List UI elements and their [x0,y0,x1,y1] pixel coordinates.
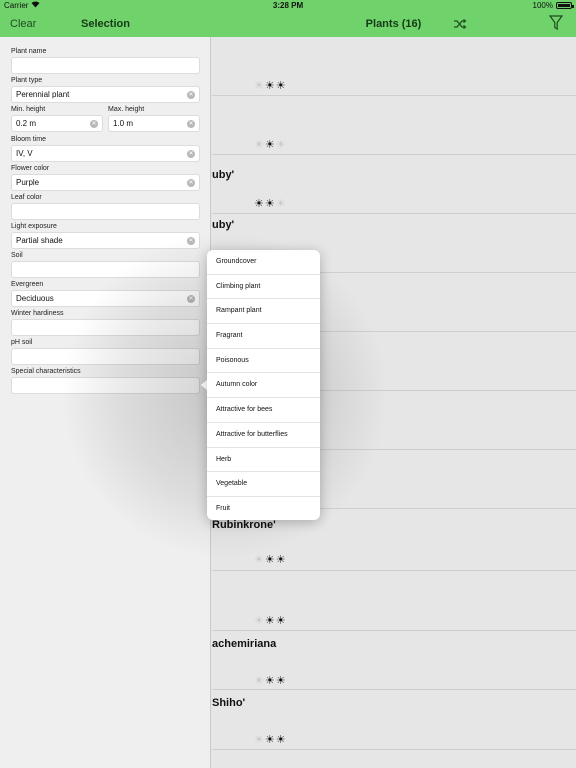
leaf-color-label: Leaf color [11,194,42,201]
plant-name-input[interactable] [11,57,200,74]
plant-type-label: Plant type [11,77,43,84]
ph-soil-label: pH soil [11,339,33,346]
min-height-input[interactable]: 0.2 m ✕ [11,115,103,132]
flower-color-field: Flower color Purple ✕ [11,164,200,191]
plant-name-field: Plant name [11,47,200,74]
option-vegetable[interactable]: Vegetable [207,472,320,497]
bloom-time-value: IV, V [16,149,33,158]
plant-name: achemiriana [212,638,277,650]
light-exposure-label: Light exposure [11,223,57,230]
option-attractive-bees[interactable]: Attractive for bees [207,398,320,423]
plant-name: uby' [212,219,235,231]
plant-type-input[interactable]: Perennial plant ✕ [11,86,200,103]
list-item[interactable]: ☀☀☀ [212,571,576,631]
evergreen-field: Evergreen Deciduous ✕ [11,280,200,307]
battery-icon [556,2,574,9]
plant-name: Rubinkrone' [212,519,276,531]
light-exposure-field: Light exposure Partial shade ✕ [11,222,200,249]
flower-color-input[interactable]: Purple ✕ [11,174,200,191]
option-rampant-plant[interactable]: Rampant plant [207,299,320,325]
bloom-time-label: Bloom time [11,136,47,143]
list-item[interactable]: ☀☀☀ [212,37,576,96]
clear-icon[interactable]: ✕ [187,237,195,245]
option-groundcover[interactable]: Groundcover [207,250,320,275]
winter-hardiness-input[interactable] [11,319,200,336]
soil-field: Soil [11,251,200,278]
clear-icon[interactable]: ✕ [90,120,98,128]
option-attractive-butterflies[interactable]: Attractive for butterflies [207,423,320,448]
leaf-color-input[interactable] [11,203,200,220]
min-height-field: Min. height 0.2 m ✕ [11,105,103,132]
winter-hardiness-label: Winter hardiness [11,310,64,317]
plants-navbar: Plants (16) [211,12,576,37]
bloom-time-field: Bloom time IV, V ✕ [11,135,200,162]
selection-panel: Plant name Plant type Perennial plant ✕ M… [0,37,211,768]
evergreen-label: Evergreen [11,281,44,288]
soil-input[interactable] [11,261,200,278]
clear-icon[interactable]: ✕ [187,120,195,128]
option-herb[interactable]: Herb [207,448,320,473]
clock: 3:28 PM [272,1,304,10]
special-characteristics-input[interactable] [11,377,200,394]
sun-icon: ☀☀☀ [254,80,287,92]
bloom-time-input[interactable]: IV, V ✕ [11,145,200,162]
ph-soil-field: pH soil [11,338,200,365]
shuffle-icon[interactable] [453,17,467,35]
special-characteristics-label: Special characteristics [11,368,81,375]
list-item[interactable]: ☀☀☀ [212,96,576,155]
battery: 100% [532,1,574,10]
list-item[interactable]: Shiho' ☀☀☀ [212,690,576,750]
list-item[interactable]: achemiriana ☀☀☀ [212,631,576,690]
max-height-input[interactable]: 1.0 m ✕ [108,115,200,132]
plant-type-field: Plant type Perennial plant ✕ [11,76,200,103]
filter-icon[interactable] [548,15,564,36]
sun-icon: ☀☀☀ [254,615,287,627]
leaf-color-field: Leaf color [11,193,200,220]
plant-type-value: Perennial plant [16,90,70,99]
sun-icon: ☀☀☀ [254,198,287,210]
evergreen-value: Deciduous [16,294,54,303]
option-climbing-plant[interactable]: Climbing plant [207,275,320,300]
plants-title: Plants (16) [365,18,422,30]
plant-name: Shiho' [212,697,246,709]
clear-icon[interactable]: ✕ [187,150,195,158]
max-height-label: Max. height [108,106,145,113]
evergreen-input[interactable]: Deciduous ✕ [11,290,200,307]
max-height-field: Max. height 1.0 m ✕ [108,105,200,132]
list-item[interactable]: uby' ☀☀☀ [212,155,576,214]
sun-icon: ☀☀☀ [254,675,287,687]
ph-soil-input[interactable] [11,348,200,365]
max-height-value: 1.0 m [113,119,134,128]
battery-percent: 100% [532,1,553,10]
option-autumn-color[interactable]: Autumn color [207,373,320,399]
special-characteristics-popover: Groundcover Climbing plant Rampant plant… [207,250,320,520]
status-bar: Carrier 3:28 PM 100% [0,0,576,12]
plant-name-label: Plant name [11,48,47,55]
plant-name: uby' [212,169,235,181]
sun-icon: ☀☀☀ [254,734,287,746]
clear-icon[interactable]: ✕ [187,91,195,99]
min-height-label: Min. height [11,106,46,113]
light-exposure-input[interactable]: Partial shade ✕ [11,232,200,249]
option-fragrant[interactable]: Fragrant [207,324,320,349]
flower-color-label: Flower color [11,165,50,172]
min-height-value: 0.2 m [16,119,37,128]
flower-color-value: Purple [16,178,40,187]
option-fruit[interactable]: Fruit [207,497,320,520]
winter-hardiness-field: Winter hardiness [11,309,200,336]
selection-title: Selection [81,18,130,30]
clear-icon[interactable]: ✕ [187,295,195,303]
sun-icon: ☀☀☀ [254,554,287,566]
special-characteristics-field: Special characteristics [11,367,200,394]
clear-icon[interactable]: ✕ [187,179,195,187]
sun-icon: ☀☀☀ [254,139,287,151]
light-exposure-value: Partial shade [16,236,63,245]
option-poisonous[interactable]: Poisonous [207,349,320,374]
soil-label: Soil [11,252,23,259]
selection-navbar: Clear Selection [0,12,211,37]
